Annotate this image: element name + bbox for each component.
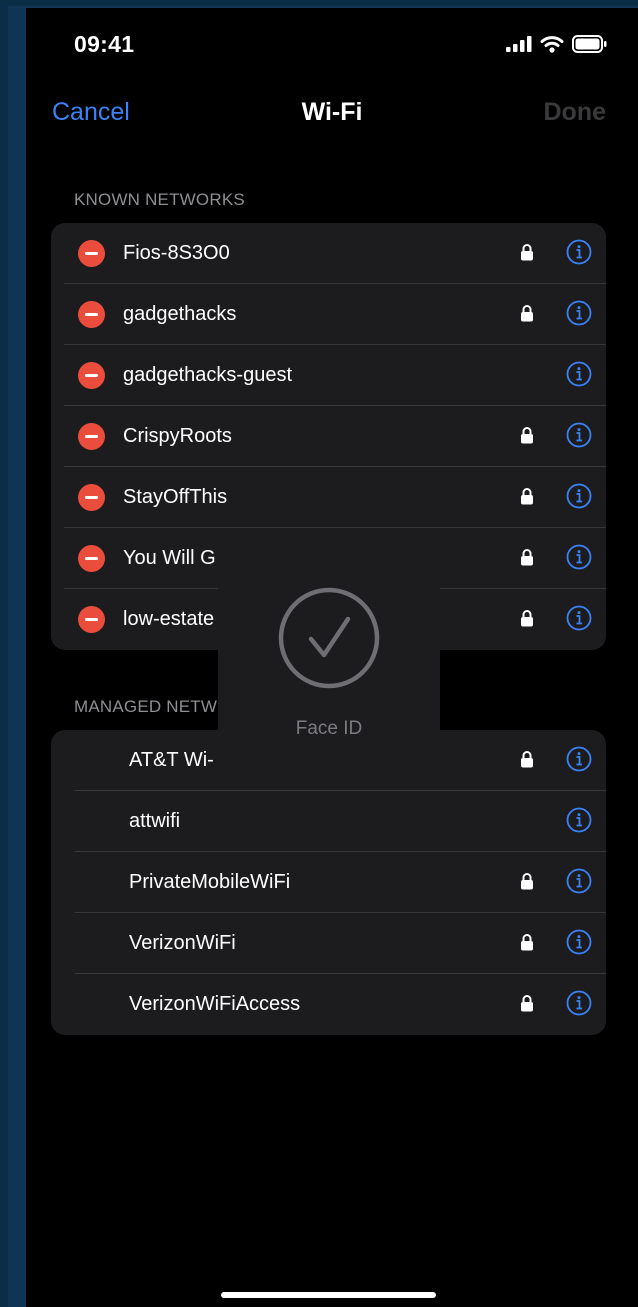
info-icon[interactable] (566, 746, 592, 772)
checkmark-icon (278, 587, 380, 689)
known-networks-header: KNOWN NETWORKS (74, 190, 245, 209)
info-icon[interactable] (566, 483, 592, 509)
managed-networks-list: AT&T Wi-attwifi PrivateMobileWiFi VerizonW… (51, 730, 606, 1035)
lock-icon (521, 549, 533, 566)
network-name: PrivateMobileWiFi (129, 871, 291, 893)
delete-icon[interactable] (78, 362, 105, 389)
info-icon[interactable] (566, 990, 592, 1016)
battery-icon (572, 35, 607, 53)
network-name: gadgethacks (123, 303, 237, 325)
info-icon[interactable] (566, 239, 592, 265)
network-row[interactable]: gadgethacks (51, 284, 606, 345)
network-name: low-estate (123, 608, 215, 630)
lock-icon (521, 873, 533, 890)
info-icon[interactable] (566, 807, 592, 833)
delete-icon[interactable] (78, 423, 105, 450)
info-icon[interactable] (566, 868, 592, 894)
network-row[interactable]: CrispyRoots (51, 406, 606, 467)
delete-icon[interactable] (78, 606, 105, 633)
network-row[interactable]: Fios-8S3O0 (51, 223, 606, 284)
face-id-label: Face ID (295, 718, 363, 739)
info-icon[interactable] (566, 605, 592, 631)
network-row[interactable]: attwifi (51, 791, 606, 852)
network-name: AT&T Wi- (129, 749, 214, 771)
done-button[interactable]: Done (544, 98, 607, 127)
network-row[interactable]: VerizonWiFi (51, 913, 606, 974)
phone-screen: 09:41 Cancel Wi-Fi Done KNOWN NETWORKS F… (26, 8, 638, 1307)
lock-icon (521, 610, 533, 627)
network-name: You Will G (123, 547, 216, 569)
lock-icon (521, 488, 533, 505)
network-row[interactable]: PrivateMobileWiFi (51, 852, 606, 913)
network-name: attwifi (129, 810, 181, 832)
network-row[interactable]: StayOffThis (51, 467, 606, 528)
network-name: gadgethacks-guest (123, 364, 293, 386)
signal-icon (506, 36, 532, 52)
face-id-overlay: Face ID (218, 548, 440, 770)
lock-icon (521, 995, 533, 1012)
delete-icon[interactable] (78, 484, 105, 511)
lock-icon (521, 934, 533, 951)
network-name: VerizonWiFi (129, 932, 236, 954)
info-icon[interactable] (566, 544, 592, 570)
delete-icon[interactable] (78, 301, 105, 328)
info-icon[interactable] (566, 422, 592, 448)
network-name: VerizonWiFiAccess (129, 993, 301, 1015)
info-icon[interactable] (566, 361, 592, 387)
wifi-icon (540, 36, 564, 53)
status-time: 09:41 (74, 31, 135, 57)
delete-icon[interactable] (78, 545, 105, 572)
lock-icon (521, 427, 533, 444)
lock-icon (521, 244, 533, 261)
lock-icon (521, 305, 533, 322)
lock-icon (521, 751, 533, 768)
info-icon[interactable] (566, 929, 592, 955)
network-name: Fios-8S3O0 (123, 242, 230, 264)
status-icons (506, 35, 608, 53)
network-row[interactable]: gadgethacks-guest (51, 345, 606, 406)
network-name: StayOffThis (123, 486, 228, 508)
managed-networks-header: MANAGED NETW (74, 697, 218, 716)
home-indicator[interactable] (221, 1292, 436, 1298)
network-name: CrispyRoots (123, 425, 232, 447)
info-icon[interactable] (566, 300, 592, 326)
delete-icon[interactable] (78, 240, 105, 267)
network-row[interactable]: VerizonWiFiAccess (51, 974, 606, 1035)
